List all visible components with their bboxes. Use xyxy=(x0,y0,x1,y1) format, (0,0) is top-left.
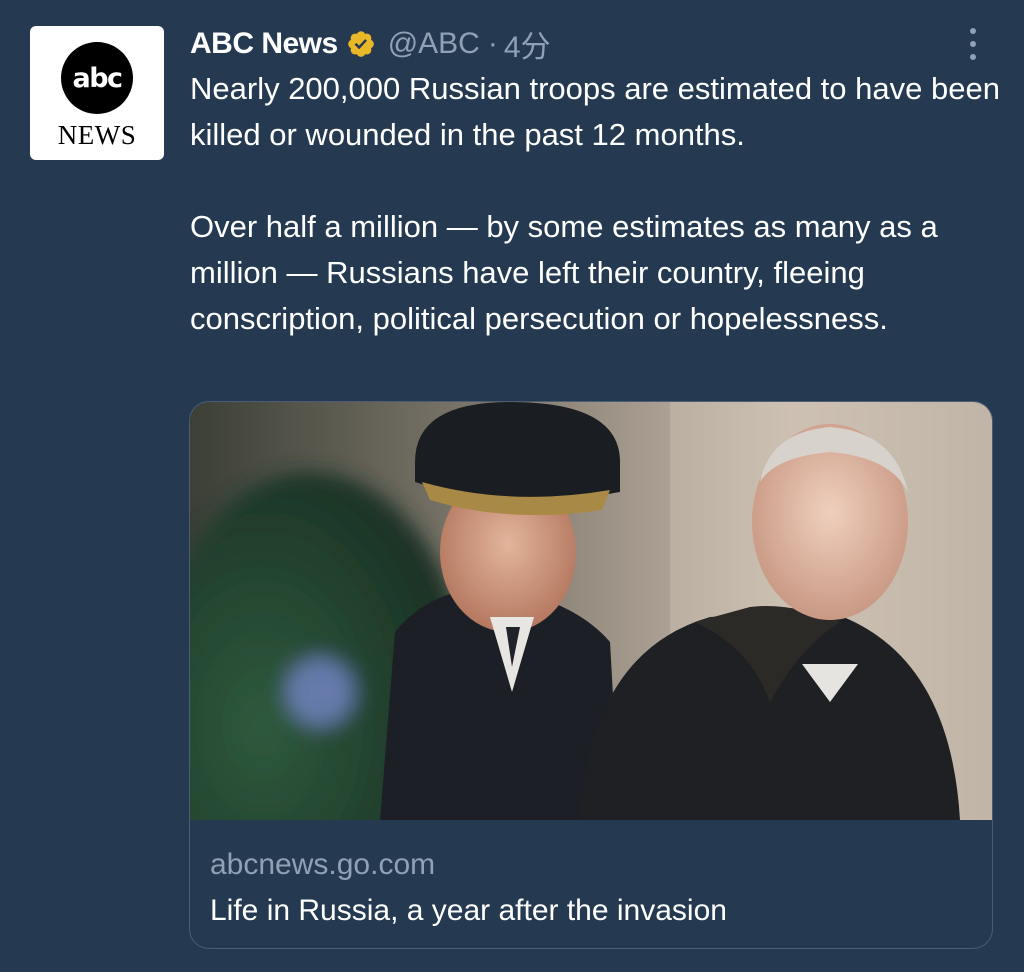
tweet-timestamp[interactable]: 4分 xyxy=(504,22,551,66)
more-options-icon[interactable] xyxy=(960,26,986,62)
tweet-header: ABC News @ABC · 4分 xyxy=(190,24,551,64)
tweet-paragraph: Over half a million — by some estimates … xyxy=(190,209,938,336)
tweet-text: Nearly 200,000 Russian troops are estima… xyxy=(190,66,1010,342)
tweet[interactable]: abc NEWS ABC News @ABC · 4分 Nearly 200,0… xyxy=(0,0,1024,972)
more-dot xyxy=(970,41,976,47)
verified-badge-icon xyxy=(347,31,374,57)
tweet-paragraph: Nearly 200,000 Russian troops are estima… xyxy=(190,71,1000,152)
avatar[interactable]: abc NEWS xyxy=(30,26,164,160)
abc-logo-news-text: NEWS xyxy=(57,120,137,150)
more-dot xyxy=(970,28,976,34)
display-name[interactable]: ABC News xyxy=(190,27,338,61)
card-domain[interactable]: abcnews.go.com xyxy=(210,848,435,882)
separator-dot: · xyxy=(487,27,498,60)
more-dot xyxy=(970,54,976,60)
account-handle[interactable]: @ABC xyxy=(388,27,480,61)
card-title[interactable]: Life in Russia, a year after the invasio… xyxy=(210,894,727,928)
card-photo[interactable] xyxy=(190,402,992,820)
link-card[interactable]: abcnews.go.com Life in Russia, a year af… xyxy=(189,401,993,949)
abc-logo: abc xyxy=(61,42,133,114)
